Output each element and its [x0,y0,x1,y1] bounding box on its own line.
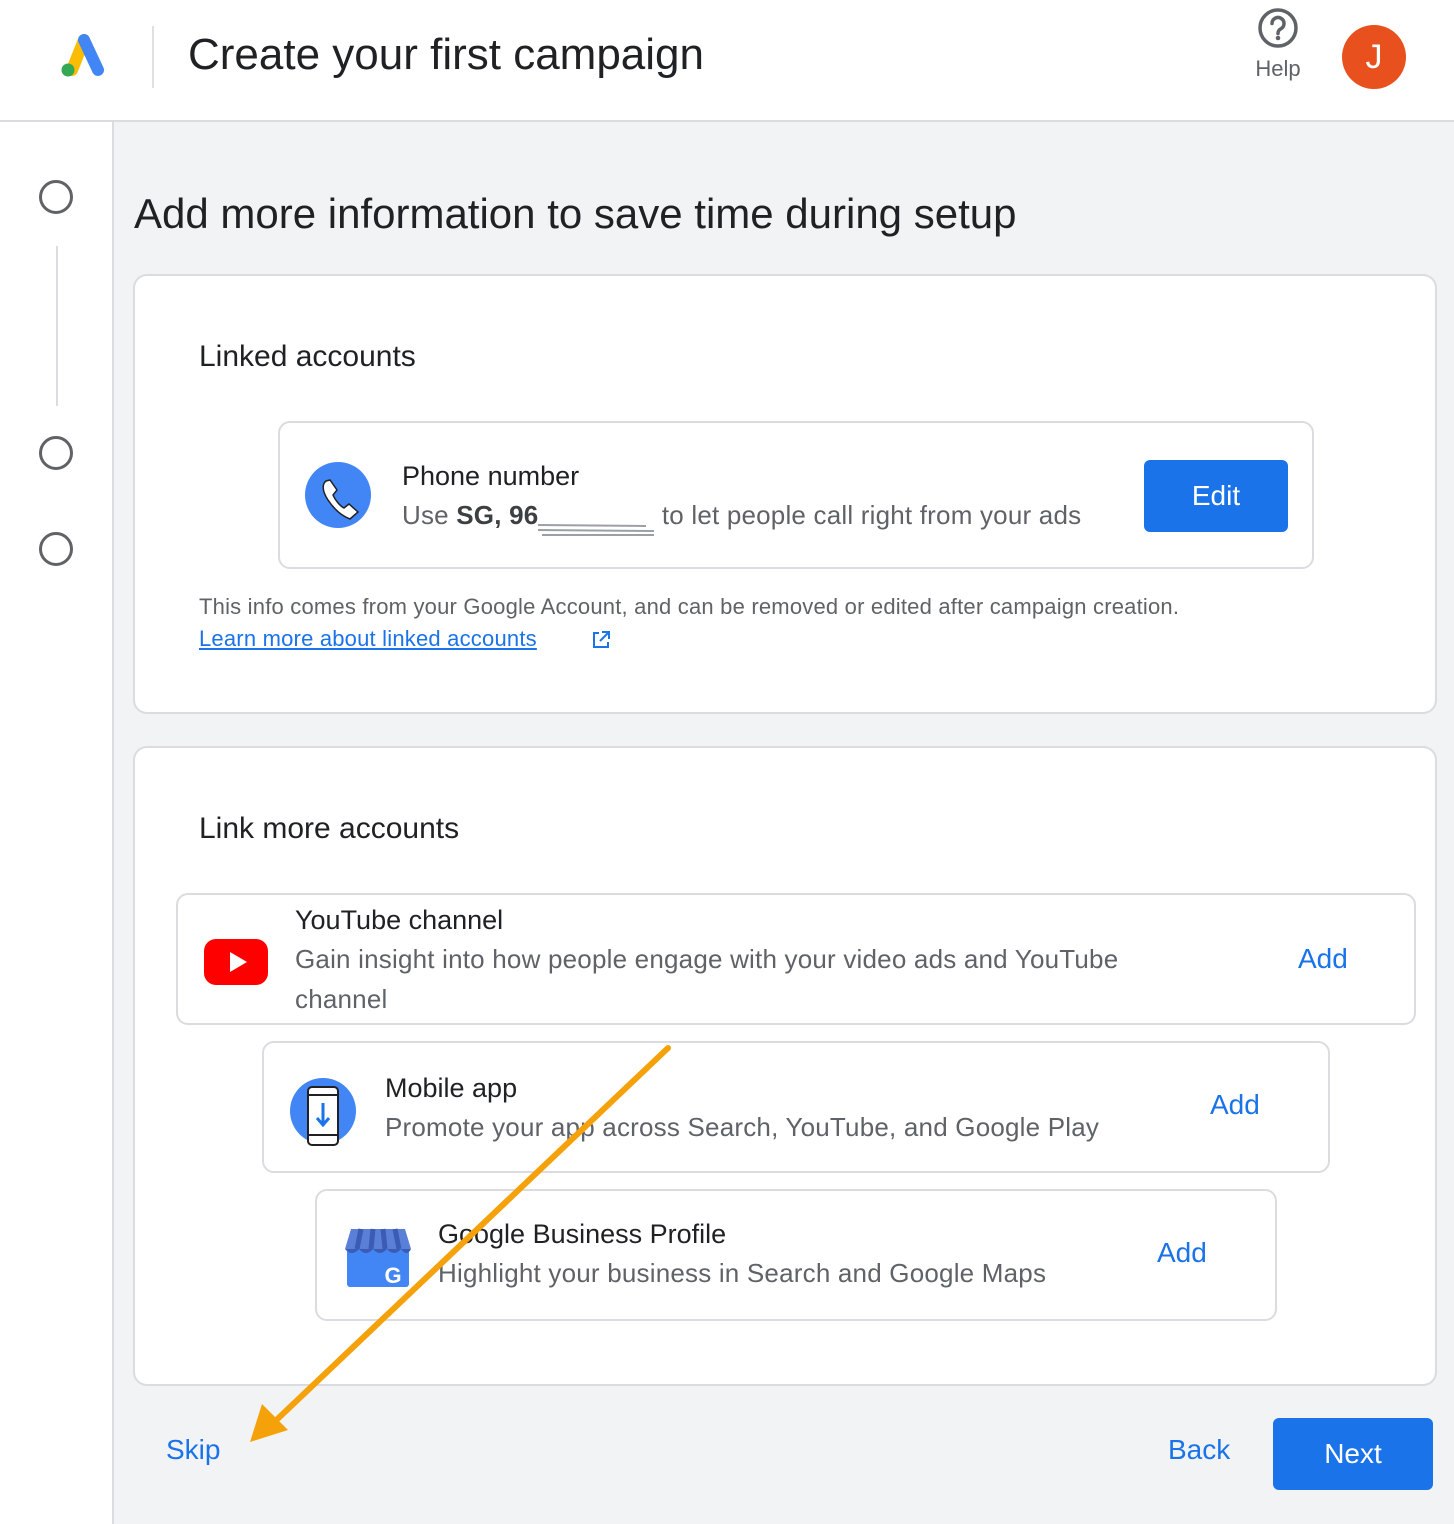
user-avatar[interactable]: J [1342,25,1406,89]
google-ads-logo[interactable] [56,32,108,78]
phone-number-desc: Use SG, 96 to let people call right from… [402,500,1082,537]
redaction-mark [538,509,655,537]
help-label: Help [1255,56,1301,81]
phone-number-title: Phone number [402,461,580,491]
add-mobile-app-button[interactable]: Add [1210,1089,1260,1121]
add-youtube-button[interactable]: Add [1298,943,1348,975]
phone-icon [305,462,371,528]
phone-number-item: Phone number Use SG, 96 to let people ca… [278,421,1314,569]
header-divider [152,26,154,88]
google-business-profile-desc: Highlight your business in Search and Go… [438,1258,1047,1288]
google-business-profile-item: G Google Business Profile Highlight your… [315,1189,1277,1321]
learn-more-link[interactable]: Learn more about linked accounts [199,626,537,652]
add-google-business-button[interactable]: Add [1157,1237,1207,1269]
skip-button[interactable]: Skip [166,1434,220,1466]
linked-accounts-card: Linked accounts Phone number Use SG, 96 … [133,274,1437,714]
mobile-app-title: Mobile app [385,1073,518,1103]
help-icon [1258,8,1298,48]
section-heading: Add more information to save time during… [134,190,1017,237]
google-business-profile-title: Google Business Profile [438,1219,727,1249]
step-2-indicator[interactable] [39,436,73,470]
linked-accounts-info: This info comes from your Google Account… [199,594,1180,619]
top-bar: Create your first campaign Help J [0,0,1454,122]
google-business-icon: G [345,1228,411,1288]
next-button[interactable]: Next [1273,1418,1433,1490]
step-connector [56,246,58,406]
back-button[interactable]: Back [1168,1434,1230,1466]
step-1-indicator[interactable] [39,180,73,214]
youtube-channel-desc: Gain insight into how people engage with… [295,944,1119,1014]
link-more-accounts-title: Link more accounts [199,812,460,845]
youtube-icon [204,939,268,985]
external-link-icon[interactable] [591,630,611,650]
mobile-app-item: Mobile app Promote your app across Searc… [262,1041,1330,1173]
progress-stepper [0,122,114,1524]
link-more-accounts-card: Link more accounts YouTube channel Gain … [133,746,1437,1386]
help-button[interactable]: Help [1240,6,1316,96]
youtube-channel-item: YouTube channel Gain insight into how pe… [176,893,1416,1025]
page-title: Create your first campaign [188,30,704,79]
linked-accounts-title: Linked accounts [199,340,416,373]
step-3-indicator[interactable] [39,532,73,566]
mobile-app-icon [290,1078,356,1146]
svg-text:G: G [384,1263,401,1288]
youtube-channel-title: YouTube channel [295,905,504,935]
mobile-app-desc: Promote your app across Search, YouTube,… [385,1112,1100,1142]
edit-phone-button[interactable]: Edit [1144,460,1288,532]
